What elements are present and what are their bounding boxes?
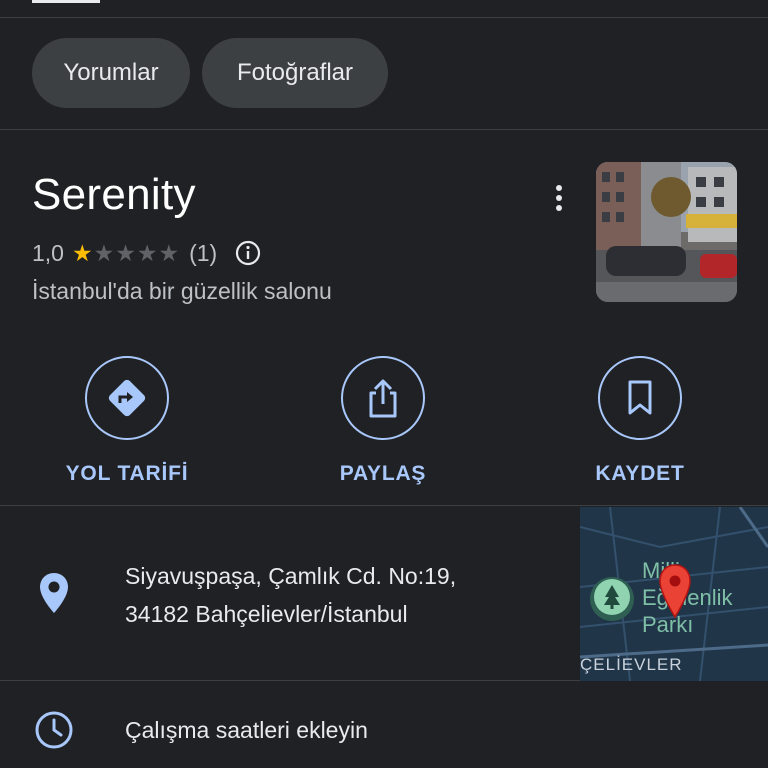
place-header: Serenity 1,0 ★ ★ ★ ★ ★ (1) İstanbul'da b… [0,130,768,506]
address-row: Siyavuşpaşa, Çamlık Cd. No:19, 34182 Bah… [0,507,768,681]
mini-map[interactable]: Milli Eğmenlik Parkı ÇELİEVLER [580,507,768,681]
clock-icon [35,711,73,749]
star-icon: ★ [71,239,93,266]
address-line-1: Siyavuşpaşa, Çamlık Cd. No:19, [125,563,457,589]
rating-value: 1,0 [32,239,64,266]
active-tab-indicator [32,0,100,3]
star-icon: ★ [136,239,158,266]
address-line-2: 34182 Bahçelievler/İstanbul [125,601,408,627]
map-marker-icon [659,564,691,619]
photos-chip[interactable]: Fotoğraflar [202,38,388,108]
top-tab-strip [0,0,768,18]
more-vert-icon[interactable] [544,180,574,216]
directions-button[interactable]: YOL TARİFİ [42,356,212,486]
share-label: PAYLAŞ [339,462,427,485]
save-button[interactable]: KAYDET [555,356,725,486]
place-category: İstanbul'da bir güzellik salonu [32,278,332,304]
reviews-chip[interactable]: Yorumlar [32,38,190,108]
star-icon: ★ [158,239,180,266]
place-photo-thumbnail[interactable] [596,162,737,302]
map-district-label: ÇELİEVLER [580,655,683,674]
location-pin-icon [40,573,68,613]
rating-row: 1,0 ★ ★ ★ ★ ★ (1) [32,238,261,268]
review-count[interactable]: (1) [189,240,217,267]
add-hours-label: Çalışma saatleri ekleyin [125,717,368,743]
info-icon[interactable] [235,240,261,266]
address-text[interactable]: Siyavuşpaşa, Çamlık Cd. No:19, 34182 Bah… [125,557,456,633]
tab-chips: Yorumlar Fotoğraflar [0,18,768,130]
add-hours-row[interactable]: Çalışma saatleri ekleyin [0,682,768,768]
star-icon: ★ [115,239,136,266]
bookmark-icon [598,356,682,440]
directions-label: YOL TARİFİ [65,462,189,485]
place-title: Serenity [32,170,196,219]
star-icon: ★ [93,239,115,266]
share-button[interactable]: PAYLAŞ [298,356,468,486]
directions-icon [85,356,169,440]
rating-stars: ★ ★ ★ ★ ★ [72,240,179,267]
save-label: KAYDET [595,462,685,485]
share-icon [341,356,425,440]
